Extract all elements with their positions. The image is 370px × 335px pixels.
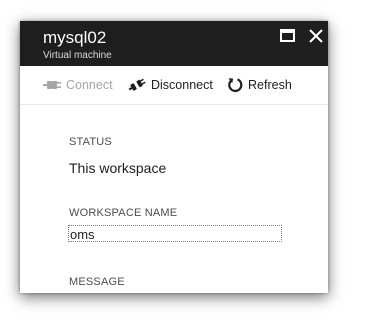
connect-label: Connect: [66, 78, 113, 92]
workspace-name-field[interactable]: oms: [68, 225, 282, 242]
workspace-name-label: WORKSPACE NAME: [69, 207, 178, 219]
blade-subtitle: Virtual machine: [43, 50, 112, 61]
refresh-button[interactable]: Refresh: [227, 75, 292, 95]
vm-blade: mysql02 Virtual machine Connect Disconne…: [20, 21, 328, 293]
refresh-icon: [227, 77, 243, 93]
connect-button[interactable]: Connect: [43, 75, 113, 95]
close-button[interactable]: [307, 28, 325, 48]
blade-header: mysql02 Virtual machine: [20, 21, 328, 66]
plug-disconnect-icon: [128, 78, 146, 92]
plug-connect-icon: [43, 79, 61, 91]
disconnect-label: Disconnect: [151, 78, 213, 92]
blade-title: mysql02: [43, 28, 107, 47]
close-icon: [309, 28, 323, 48]
refresh-label: Refresh: [248, 78, 292, 92]
message-label: MESSAGE: [69, 276, 125, 288]
maximize-icon: [279, 29, 295, 47]
command-bar: Connect Disconnect Refresh: [20, 66, 328, 105]
status-value: This workspace: [69, 160, 167, 176]
status-label: STATUS: [69, 136, 112, 148]
disconnect-button[interactable]: Disconnect: [128, 75, 213, 95]
maximize-button[interactable]: [278, 29, 296, 47]
